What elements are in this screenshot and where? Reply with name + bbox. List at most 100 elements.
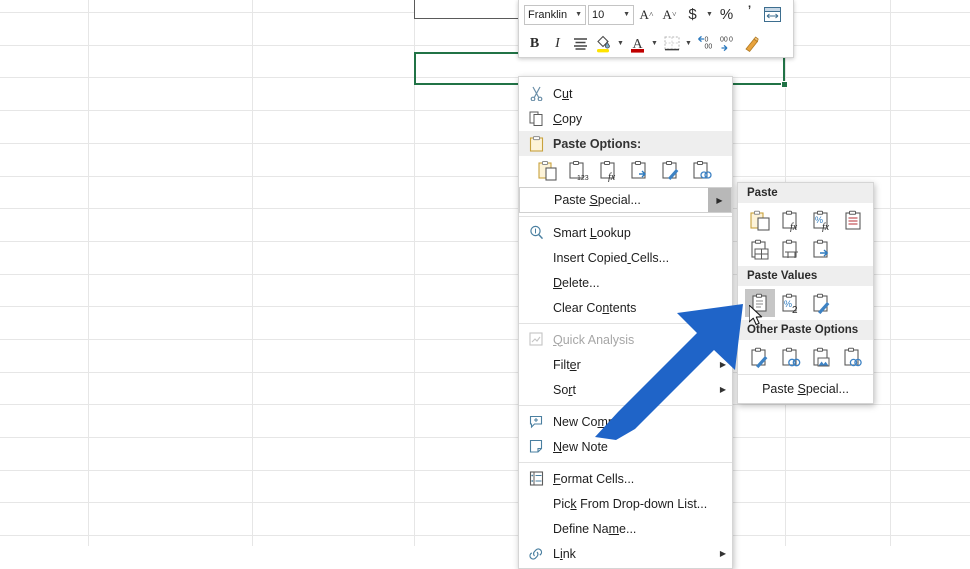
quick-analysis-icon xyxy=(519,332,553,347)
font-name-box[interactable]: Franklin ▼ xyxy=(524,4,586,25)
copy-icon xyxy=(519,111,553,126)
other-paste-options-section-icons xyxy=(738,340,873,374)
merge-and-center-icon[interactable] xyxy=(762,4,783,26)
svg-text:00: 00 xyxy=(704,44,712,51)
menu-item-label: Smart Lookup xyxy=(553,225,631,240)
paste-formulas-icon[interactable]: fx xyxy=(597,158,623,184)
menu-item-define-name[interactable]: Define Name... xyxy=(519,516,732,541)
borders-glyph xyxy=(664,36,679,50)
paste-values-source-formatting-icon[interactable] xyxy=(807,289,837,317)
menu-item-copy[interactable]: Copy xyxy=(519,106,732,131)
menu-item-quick-analysis: Quick Analysis xyxy=(519,327,732,352)
gridline-row xyxy=(0,535,970,536)
menu-item-label: New Comment xyxy=(553,414,636,429)
font-color-dropdown-icon[interactable]: ▼ xyxy=(650,33,659,55)
decrease-decimal-icon[interactable]: 00 0 xyxy=(718,33,739,55)
paste-transpose-icon[interactable] xyxy=(628,158,654,184)
fill-handle[interactable] xyxy=(781,81,788,88)
paste-picture-icon[interactable] xyxy=(807,343,837,371)
bold-icon[interactable]: B xyxy=(524,33,545,55)
format-painter-icon[interactable] xyxy=(741,33,762,55)
menu-item-label: Insert Copied Cells... xyxy=(553,250,670,265)
menu-item-pick-from-dropdown[interactable]: Pick From Drop-down List... xyxy=(519,491,732,516)
chevron-right-icon: ▶ xyxy=(708,188,731,212)
paste-keep-source-formatting-icon[interactable] xyxy=(838,206,868,234)
menu-item-label: Clear Contents xyxy=(553,300,637,315)
svg-text:fx: fx xyxy=(790,222,798,232)
menu-item-insert-copied-cells[interactable]: Insert Copied Cells... xyxy=(519,245,732,270)
svg-text:0: 0 xyxy=(729,37,733,44)
paste-link-icon[interactable] xyxy=(690,158,716,184)
borders-dropdown-icon[interactable]: ▼ xyxy=(684,33,693,55)
paste-special-submenu: Paste fx % fx Paste Values % 2 Other Pas… xyxy=(737,182,874,404)
comma-style-icon[interactable]: ’ xyxy=(739,1,760,29)
paste-formulas-icon[interactable]: fx xyxy=(776,206,806,234)
paste-no-borders-icon[interactable] xyxy=(745,235,775,263)
svg-text:123: 123 xyxy=(577,175,589,182)
gridline-row xyxy=(0,437,970,438)
paste-linked-picture-icon[interactable] xyxy=(838,343,868,371)
accounting-number-format-icon[interactable]: $ xyxy=(682,4,703,26)
mini-toolbar-row-1: Franklin ▼ 10 ▼ A ˄ A ˅ $ ▼ % ’ xyxy=(519,0,793,29)
chevron-right-icon: ▶ xyxy=(719,549,727,558)
menu-item-delete[interactable]: Delete... xyxy=(519,270,732,295)
font-size-box[interactable]: 10 ▼ xyxy=(588,4,634,25)
italic-icon[interactable]: I xyxy=(547,33,568,55)
increase-decimal-icon[interactable]: 0 00 xyxy=(695,33,716,55)
menu-separator xyxy=(519,462,732,463)
chevron-down-icon[interactable]: ▼ xyxy=(575,11,582,18)
borders-icon[interactable] xyxy=(661,33,682,55)
format-cells-icon xyxy=(519,471,553,486)
menu-item-link[interactable]: Link ▶ xyxy=(519,541,732,566)
magnifier-icon xyxy=(519,225,553,240)
menu-item-paste-options: Paste Options: xyxy=(519,131,732,156)
menu-item-paste-special[interactable]: Paste Special... ▶ xyxy=(519,187,732,213)
paste-section-icons: fx % fx xyxy=(738,203,873,266)
submenu-section-title-paste-values: Paste Values xyxy=(738,266,873,286)
mouse-pointer xyxy=(749,305,763,326)
paste-link-icon[interactable] xyxy=(776,343,806,371)
paste-icon[interactable] xyxy=(535,158,561,184)
paste-values-123-icon[interactable]: 123 xyxy=(566,158,592,184)
accounting-dropdown-icon[interactable]: ▼ xyxy=(705,4,714,26)
chevron-down-icon[interactable]: ▼ xyxy=(623,11,630,18)
menu-item-smart-lookup[interactable]: Smart Lookup xyxy=(519,220,732,245)
svg-text:0: 0 xyxy=(704,37,708,44)
svg-text:2: 2 xyxy=(792,305,798,315)
submenu-paste-special-item[interactable]: Paste Special... xyxy=(738,374,873,403)
menu-item-new-note[interactable]: New Note xyxy=(519,434,732,459)
menu-separator xyxy=(519,323,732,324)
menu-item-new-comment[interactable]: New Comment xyxy=(519,409,732,434)
submenu-paste-special-label: Paste Special... xyxy=(762,382,849,396)
fill-color-dropdown-icon[interactable]: ▼ xyxy=(616,33,625,55)
fill-color-icon[interactable] xyxy=(593,33,614,55)
menu-item-clear-contents[interactable]: Clear Contents xyxy=(519,295,732,320)
merge-and-center-glyph xyxy=(764,7,781,22)
chevron-right-icon: ▶ xyxy=(719,360,727,369)
menu-item-label: Delete... xyxy=(553,275,600,290)
font-color-glyph: A xyxy=(631,37,644,53)
menu-item-label: Sort xyxy=(553,382,576,397)
increase-font-size-icon[interactable]: A ˄ xyxy=(636,4,657,26)
menu-item-sort[interactable]: Sort ▶ xyxy=(519,377,732,402)
align-glyph xyxy=(574,38,587,50)
paste-transpose-icon[interactable] xyxy=(807,235,837,263)
decrease-font-size-icon[interactable]: A ˅ xyxy=(659,4,680,26)
paste-values-number-formatting-icon[interactable]: % 2 xyxy=(776,289,806,317)
paste-formatting-icon[interactable] xyxy=(659,158,685,184)
align-icon[interactable] xyxy=(570,33,591,55)
paste-formatting-only-icon[interactable] xyxy=(745,343,775,371)
paste-keep-source-column-widths-icon[interactable] xyxy=(776,235,806,263)
paste-all-icon[interactable] xyxy=(745,206,775,234)
gridline-row xyxy=(0,470,970,471)
menu-item-format-cells[interactable]: Format Cells... xyxy=(519,466,732,491)
increase-decimal-glyph: 0 00 xyxy=(697,35,712,51)
menu-item-label: Filter xyxy=(553,357,581,372)
percent-style-icon[interactable]: % xyxy=(716,4,737,26)
menu-item-cut[interactable]: Cut xyxy=(519,81,732,106)
menu-item-filter[interactable]: Filter ▶ xyxy=(519,352,732,377)
menu-item-label: Cut xyxy=(553,86,573,101)
paste-formulas-number-formatting-icon[interactable]: % fx xyxy=(807,206,837,234)
menu-item-label: Paste Special... xyxy=(554,193,641,207)
font-color-icon[interactable]: A xyxy=(627,33,648,55)
